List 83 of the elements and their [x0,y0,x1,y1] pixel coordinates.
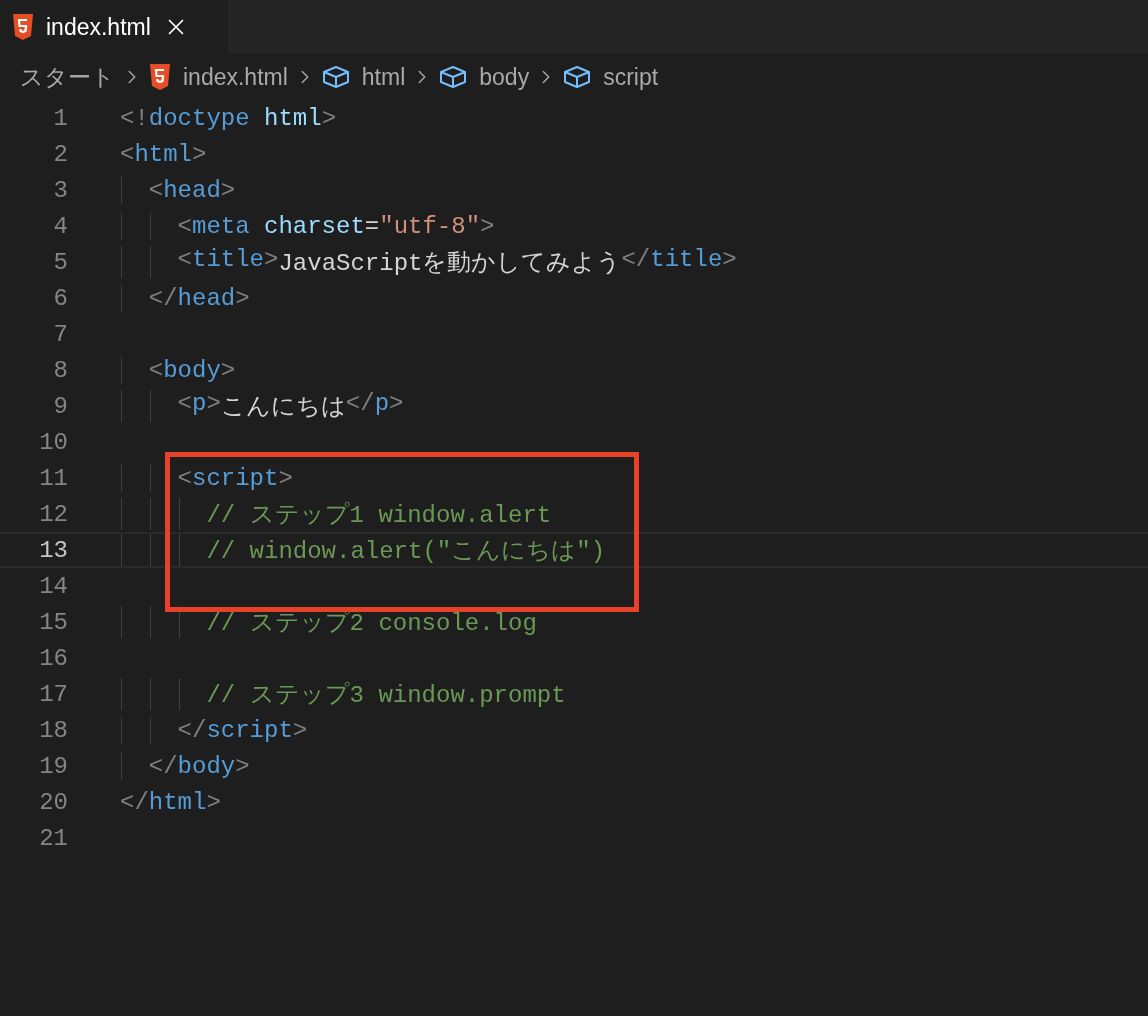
line-number: 5 [52,248,68,276]
code-punctuation: < [148,356,164,384]
breadcrumb-item[interactable]: script [563,63,659,91]
line-number: 4 [52,212,68,240]
code-punctuation: </ [148,752,178,780]
code-punctuation: > [292,716,308,744]
tag-name: meta [192,212,250,240]
line-number: 16 [38,644,68,672]
code-punctuation: <! [120,104,149,132]
line-number: 3 [52,176,68,204]
line-number: 21 [38,824,68,852]
code-punctuation: < [177,390,192,419]
html5-icon [149,64,171,90]
line-number: 17 [38,680,68,708]
code-punctuation: < [177,212,192,240]
line-number: 11 [38,464,68,492]
tag-name: html [134,140,192,168]
breadcrumb-item[interactable]: body [439,63,530,91]
line-number: 9 [52,392,68,420]
breadcrumb-item[interactable]: index.html [149,63,288,91]
code-punctuation: > [264,246,279,275]
line-number: 8 [52,356,68,384]
code-punctuation: > [192,140,207,168]
code-punctuation: > [722,246,737,275]
code-punctuation: < [120,140,135,168]
tag-name: title [192,246,264,275]
code-punctuation: </ [621,246,651,275]
line-number: 6 [52,284,68,312]
tag-name: script [206,716,293,744]
cube-icon [321,65,350,89]
cube-icon [439,65,468,89]
code-punctuation: </ [345,390,375,419]
attribute-name: html [263,104,322,132]
line-number: 10 [38,428,68,456]
code-punctuation: < [177,464,192,492]
line-number: 20 [38,788,68,816]
line-number: 2 [52,140,68,168]
code-punctuation: > [206,788,221,816]
breadcrumb-item[interactable]: スタート [20,61,115,93]
code-comment: // ステップ3 window.prompt [206,680,566,710]
tag-name: p [374,390,390,419]
tag-name: head [163,176,221,204]
tag-name: html [148,788,207,816]
code-punctuation: > [220,176,236,204]
breadcrumb-item[interactable]: html [321,63,406,91]
code-punctuation: </ [177,716,207,744]
code-punctuation: < [177,246,192,275]
code-punctuation: > [235,752,250,780]
tag-name: doctype [148,104,250,132]
code-text: = [364,212,380,240]
line-number: 13 [38,536,68,564]
tag-name: body [177,752,236,780]
tag-name: p [192,390,207,419]
line-number: 12 [38,500,68,528]
line-number: 18 [38,716,68,744]
tag-name: head [177,284,236,312]
code-punctuation: > [480,212,495,240]
code-punctuation: > [321,104,337,132]
line-number: 19 [38,752,68,780]
attribute-name: charset [263,212,365,240]
code-punctuation: < [148,176,164,204]
tag-name: title [650,246,723,275]
string-literal: "utf-8" [379,212,481,240]
code-punctuation: > [206,390,221,419]
tag-name: body [163,356,221,384]
line-number: 1 [52,104,68,132]
code-punctuation: > [389,390,404,419]
line-number: 14 [38,572,68,600]
cube-icon [563,65,592,89]
code-comment: // ステップ1 window.alert [206,500,552,530]
code-punctuation: > [278,464,293,492]
code-punctuation: > [235,284,250,312]
code-text: こんにちは [220,393,346,422]
editor-tab[interactable]: index.html [0,0,228,54]
line-number: 7 [52,320,68,348]
html5-icon [12,14,34,40]
code-text: JavaScriptを動かしてみよう [278,249,622,278]
tag-name: script [192,464,279,492]
code-comment: // window.alert("こんにちは") [206,537,606,566]
line-number: 15 [38,608,68,636]
code-punctuation: </ [148,284,178,312]
code-punctuation: > [220,356,236,384]
code-punctuation: </ [120,788,149,816]
